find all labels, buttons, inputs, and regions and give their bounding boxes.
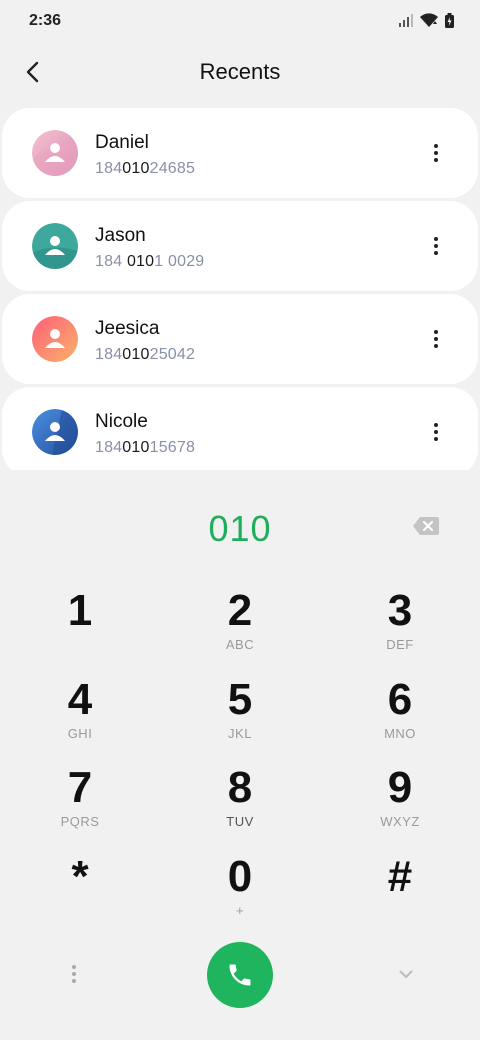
contact-card-daniel[interactable]: Daniel 18401024685 <box>2 108 478 198</box>
key-2[interactable]: 2 ABC <box>180 586 300 666</box>
more-vertical-icon <box>434 423 438 441</box>
contact-number: 18401015678 <box>95 439 196 456</box>
contact-name: Jeesica <box>95 318 160 339</box>
header: Recents <box>0 48 480 96</box>
key-hash[interactable]: # <box>340 852 460 932</box>
backspace-icon <box>413 517 439 535</box>
person-icon <box>32 130 78 176</box>
keypad-options-button[interactable] <box>62 960 86 988</box>
contact-card-nicole[interactable]: Nicole 18401015678 <box>2 387 478 470</box>
status-icons <box>399 13 454 28</box>
contact-name: Jason <box>95 225 146 246</box>
status-bar: 2:36 <box>0 0 480 44</box>
avatar <box>32 316 78 362</box>
contact-card-jeesica[interactable]: Jeesica 18401025042 <box>2 294 478 384</box>
chevron-down-icon <box>399 970 413 978</box>
backspace-button[interactable] <box>412 516 442 540</box>
key-9[interactable]: 9 WXYZ <box>340 763 460 843</box>
more-options-button[interactable] <box>424 231 448 261</box>
contact-name: Daniel <box>95 132 149 153</box>
call-button[interactable] <box>207 942 273 1008</box>
contact-number: 18401025042 <box>95 346 196 363</box>
contact-name: Nicole <box>95 411 148 432</box>
bottom-bar <box>0 940 480 1010</box>
more-options-button[interactable] <box>424 417 448 447</box>
page-title: Recents <box>199 59 281 84</box>
key-star[interactable]: * <box>20 852 140 932</box>
phone-icon <box>229 964 251 986</box>
key-3[interactable]: 3 DEF <box>340 586 460 666</box>
more-options-button[interactable] <box>424 324 448 354</box>
key-4[interactable]: 4 GHI <box>20 675 140 755</box>
avatar <box>32 409 78 455</box>
key-6[interactable]: 6 MNO <box>340 675 460 755</box>
contact-number: 18401024685 <box>95 160 196 177</box>
dialed-number: 010 <box>208 508 272 549</box>
contact-number: 184 0101 0029 <box>95 253 205 270</box>
key-5[interactable]: 5 JKL <box>180 675 300 755</box>
hide-keypad-button[interactable] <box>394 962 418 986</box>
avatar <box>32 223 78 269</box>
key-8[interactable]: 8 TUV <box>180 763 300 843</box>
recents-list[interactable]: Daniel 18401024685 Jason 184 0101 0029 J… <box>0 108 480 470</box>
key-1[interactable]: 1 <box>20 586 140 666</box>
battery-icon <box>445 13 454 28</box>
key-0[interactable]: 0 + <box>180 852 300 932</box>
person-icon <box>32 316 78 362</box>
more-options-button[interactable] <box>424 138 448 168</box>
person-icon <box>32 409 78 455</box>
dial-display: 010 <box>0 506 480 556</box>
contact-card-jason[interactable]: Jason 184 0101 0029 <box>2 201 478 291</box>
status-time: 2:36 <box>29 12 62 29</box>
key-7[interactable]: 7 PQRS <box>20 763 140 843</box>
more-vertical-icon <box>434 330 438 348</box>
more-vertical-icon <box>434 144 438 162</box>
wifi-icon <box>420 13 438 27</box>
more-vertical-icon <box>72 965 76 983</box>
signal-icon <box>399 14 413 27</box>
avatar <box>32 130 78 176</box>
more-vertical-icon <box>434 237 438 255</box>
person-icon <box>32 223 78 269</box>
